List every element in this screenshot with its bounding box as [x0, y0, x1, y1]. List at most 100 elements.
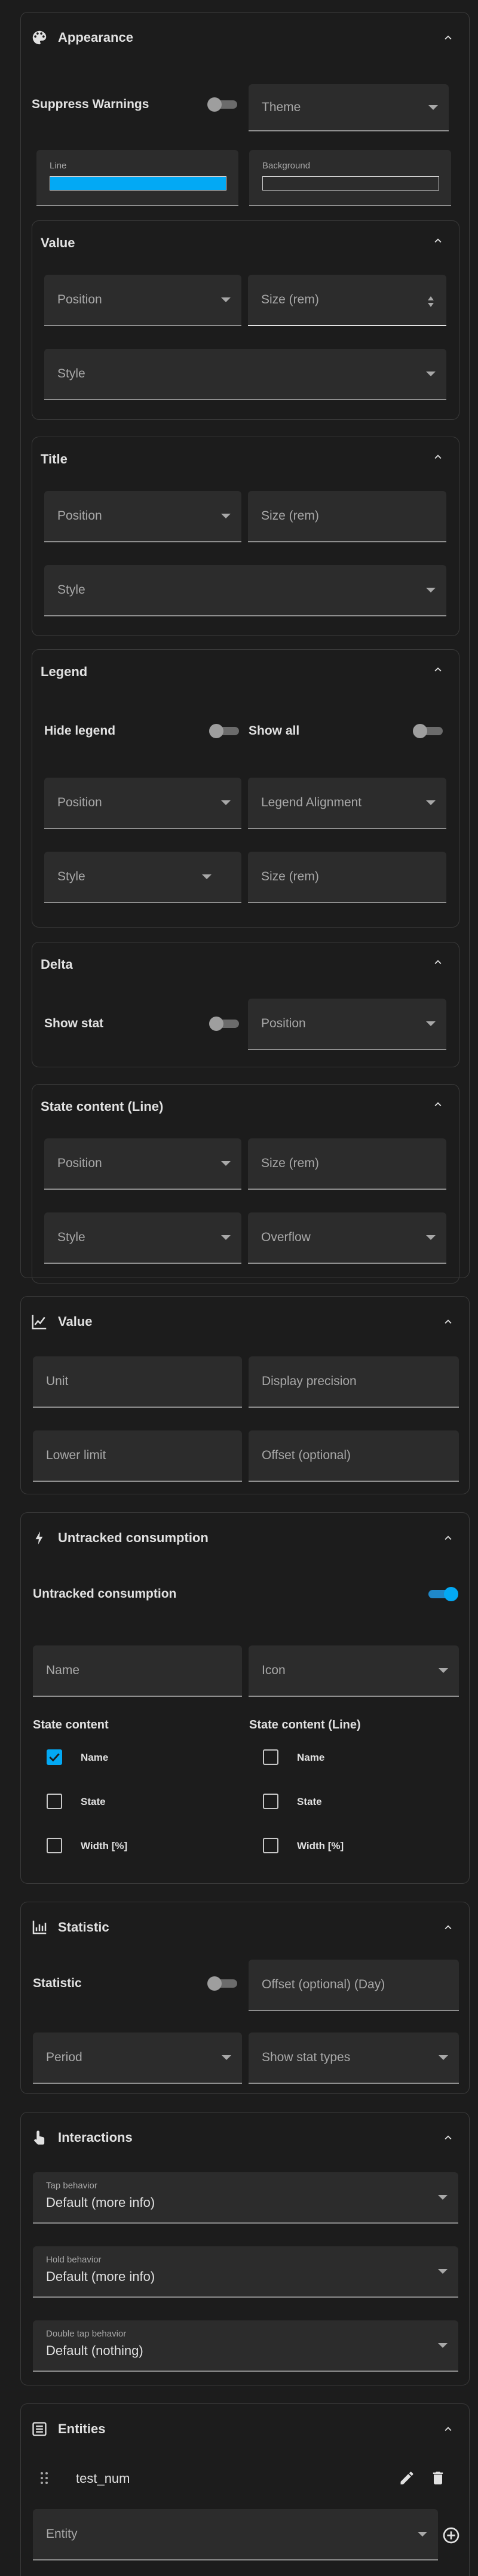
state-content-state-checkbox[interactable]: [47, 1794, 62, 1809]
palette-icon: [29, 27, 50, 48]
line-color-picker[interactable]: Line: [36, 150, 238, 206]
show-stat-types-select[interactable]: Show stat types: [249, 2032, 459, 2084]
title-position-select[interactable]: Position: [44, 491, 241, 542]
delta-section-title: Delta: [41, 957, 73, 972]
legend-style-select[interactable]: Style: [44, 852, 241, 903]
statistic-panel: Statistic Statistic Offset (optional) (D…: [20, 1902, 470, 2094]
drag-handle-icon[interactable]: [39, 2471, 51, 2485]
offset-day-input[interactable]: Offset (optional) (Day): [249, 1960, 459, 2011]
state-content-overflow-select[interactable]: Overflow: [248, 1212, 446, 1264]
value-position-select[interactable]: Position: [44, 275, 241, 326]
suppress-warnings-label: Suppress Warnings: [32, 97, 149, 111]
tap-behavior-select[interactable]: Tap behavior Default (more info): [33, 2172, 458, 2224]
show-stat-toggle[interactable]: [209, 1015, 243, 1032]
statistic-toggle[interactable]: [207, 1975, 241, 1992]
entity-select[interactable]: Entity: [33, 2509, 438, 2560]
chevron-up-icon[interactable]: [439, 1529, 457, 1547]
dropdown-arrow-icon: [222, 2055, 231, 2060]
legend-alignment-select[interactable]: Legend Alignment: [248, 778, 446, 829]
dropdown-arrow-icon: [221, 514, 231, 518]
state-content-line-name-label: Name: [297, 1752, 325, 1763]
line-color-swatch[interactable]: [50, 176, 226, 191]
lower-limit-input[interactable]: Lower limit: [33, 1430, 242, 1482]
title-style-select[interactable]: Style: [44, 565, 446, 616]
hold-behavior-select[interactable]: Hold behavior Default (more info): [33, 2246, 458, 2298]
value-header[interactable]: Value: [29, 1310, 92, 1334]
state-content-width-label: Width [%]: [81, 1840, 128, 1852]
state-content-state-label: State: [81, 1796, 106, 1807]
state-content-name-label: Name: [81, 1752, 109, 1763]
value-style-select[interactable]: Style: [44, 349, 446, 400]
state-content-name-checkbox[interactable]: [47, 1749, 62, 1765]
delta-position-select[interactable]: Position: [248, 999, 446, 1050]
edit-pencil-icon[interactable]: [399, 2470, 416, 2488]
delta-section: Delta Show stat Position: [32, 942, 459, 1067]
chevron-up-icon[interactable]: [439, 1918, 457, 1936]
untracked-toggle[interactable]: [425, 1586, 458, 1602]
state-content-position-select[interactable]: Position: [44, 1138, 241, 1190]
statistic-header[interactable]: Statistic: [29, 1915, 109, 1939]
suppress-warnings-toggle[interactable]: [207, 96, 241, 113]
untracked-header[interactable]: Untracked consumption: [29, 1526, 209, 1550]
state-content-line-section: State content (Line) Position Size (rem)…: [32, 1084, 459, 1284]
dropdown-arrow-icon: [426, 1021, 436, 1026]
dropdown-arrow-icon: [221, 297, 231, 302]
show-all-toggle[interactable]: [413, 723, 446, 739]
delete-trash-icon[interactable]: [430, 2470, 448, 2488]
chevron-up-icon[interactable]: [429, 232, 447, 250]
untracked-icon-select[interactable]: Icon: [249, 1645, 459, 1697]
state-content-size-input[interactable]: Size (rem): [248, 1138, 446, 1190]
theme-select[interactable]: Theme: [249, 84, 449, 131]
background-color-swatch[interactable]: [262, 176, 439, 191]
state-content-style-select[interactable]: Style: [44, 1212, 241, 1264]
chevron-up-icon[interactable]: [439, 1313, 457, 1331]
add-entity-plus-icon[interactable]: [442, 2526, 461, 2545]
interactions-title: Interactions: [58, 2130, 133, 2145]
value-size-input[interactable]: Size (rem): [248, 275, 446, 326]
dropdown-arrow-icon: [221, 1161, 231, 1166]
chevron-up-icon[interactable]: [429, 1095, 447, 1113]
appearance-panel: Appearance Suppress Warnings Theme Line …: [20, 12, 470, 1284]
chevron-up-icon[interactable]: [429, 661, 447, 678]
chevron-up-icon[interactable]: [429, 448, 447, 466]
title-section-title: Title: [41, 452, 68, 466]
state-content-line-state-checkbox[interactable]: [263, 1794, 278, 1809]
display-precision-input[interactable]: Display precision: [249, 1356, 459, 1408]
value-panel-title: Value: [58, 1314, 93, 1329]
checkmark-icon: [49, 1753, 60, 1762]
interactions-panel: Interactions Tap behavior Default (more …: [20, 2112, 470, 2385]
hide-legend-toggle[interactable]: [209, 723, 243, 739]
chevron-up-icon[interactable]: [439, 2129, 457, 2147]
value-panel: Value Unit Display precision Lower limit…: [20, 1296, 470, 1494]
chevron-up-icon[interactable]: [439, 2420, 457, 2438]
state-content-line-width-checkbox[interactable]: [263, 1838, 278, 1853]
dropdown-arrow-icon: [426, 588, 436, 592]
chevron-up-icon[interactable]: [429, 953, 447, 971]
state-content-line-name-checkbox[interactable]: [263, 1749, 278, 1765]
statistic-title: Statistic: [58, 1920, 109, 1935]
untracked-name-input[interactable]: Name: [33, 1645, 242, 1697]
double-tap-behavior-select[interactable]: Double tap behavior Default (nothing): [33, 2320, 458, 2372]
chart-line-icon: [29, 1312, 50, 1332]
period-select[interactable]: Period: [33, 2032, 242, 2084]
dropdown-arrow-icon: [439, 2055, 448, 2060]
interactions-header[interactable]: Interactions: [29, 2126, 133, 2150]
appearance-header[interactable]: Appearance: [29, 26, 133, 50]
dropdown-arrow-icon: [438, 2195, 448, 2200]
legend-size-input[interactable]: Size (rem): [248, 852, 446, 903]
dropdown-arrow-icon: [438, 2343, 448, 2348]
chevron-up-icon[interactable]: [439, 29, 457, 47]
untracked-title: Untracked consumption: [58, 1530, 209, 1545]
dropdown-arrow-icon: [202, 874, 212, 879]
background-color-picker[interactable]: Background: [249, 150, 451, 206]
legend-section: Legend Hide legend Show all Position Leg…: [32, 649, 459, 928]
entities-header[interactable]: Entities: [29, 2417, 105, 2441]
unit-input[interactable]: Unit: [33, 1356, 242, 1408]
state-content-line-header: State content (Line): [249, 1718, 361, 1731]
legend-position-select[interactable]: Position: [44, 778, 241, 829]
spinner-icon[interactable]: [427, 295, 434, 308]
offset-input[interactable]: Offset (optional): [249, 1430, 459, 1482]
title-size-input[interactable]: Size (rem): [248, 491, 446, 542]
state-content-width-checkbox[interactable]: [47, 1838, 62, 1853]
legend-section-title: Legend: [41, 664, 88, 679]
